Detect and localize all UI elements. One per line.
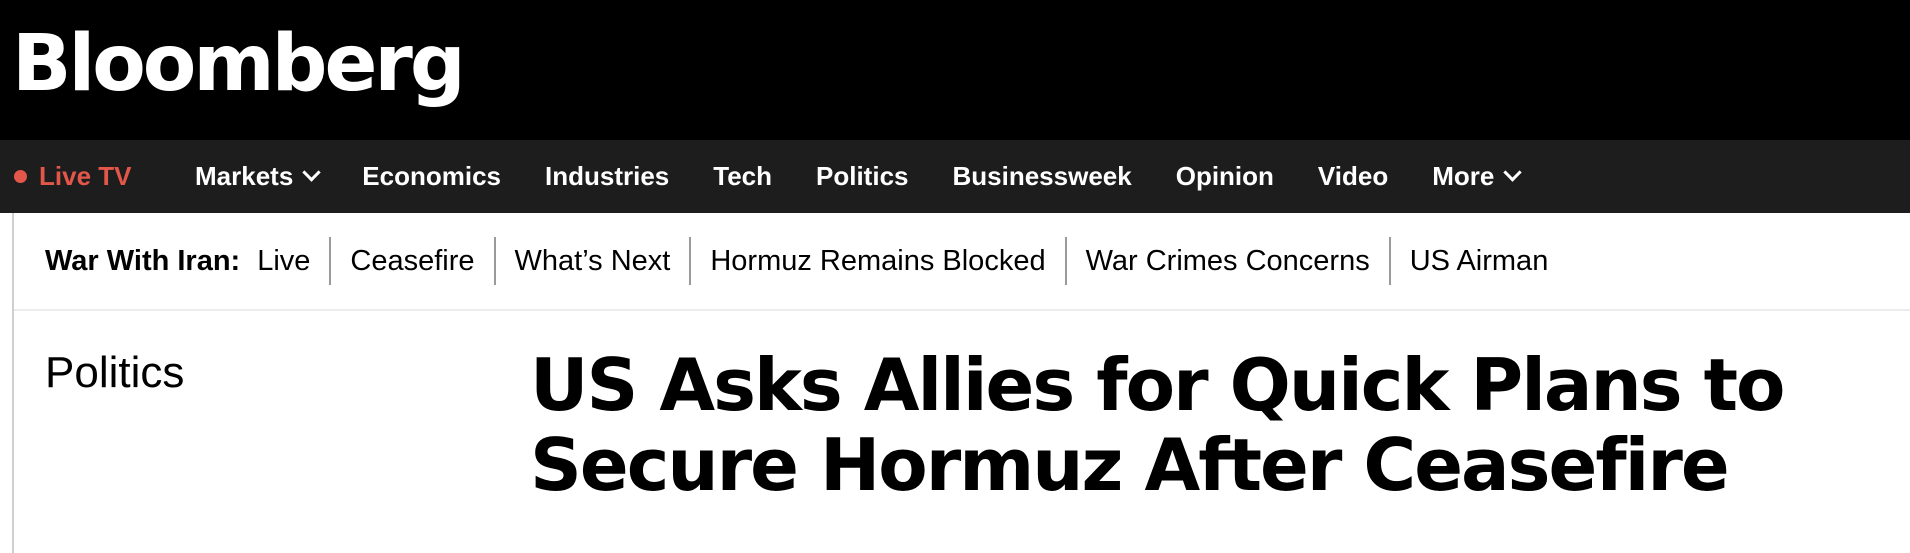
nav-item-markets[interactable]: Markets [195, 161, 321, 192]
nav-item-opinion[interactable]: Opinion [1176, 161, 1274, 192]
nav-item-label: Video [1317, 161, 1389, 191]
headline-line-1: US Asks Allies for Quick Plans to [530, 343, 1786, 427]
topic-link-live[interactable]: Live [257, 237, 329, 285]
headline-line-2: Secure Hormuz After Ceasefire [530, 423, 1730, 507]
live-tv-label: Live TV [39, 161, 132, 191]
nav-item-label: Businessweek [952, 161, 1132, 191]
nav-item-politics[interactable]: Politics [816, 161, 908, 192]
chevron-down-icon [1503, 163, 1523, 182]
topic-link-war-crimes[interactable]: War Crimes Concerns [1067, 237, 1389, 285]
article-section-label[interactable]: Politics [45, 348, 184, 398]
nav-item-label: More [1432, 161, 1495, 191]
nav-item-label: Opinion [1175, 161, 1274, 191]
nav-item-label: Tech [713, 161, 773, 191]
topic-link-us-airman[interactable]: US Airman [1391, 237, 1568, 285]
nav-item-label: Industries [545, 161, 670, 191]
main-nav: Live TV Markets Economics Industries Tec… [0, 140, 1910, 213]
nav-item-economics[interactable]: Economics [362, 161, 501, 192]
nav-item-label: Markets [195, 161, 294, 191]
nav-item-industries[interactable]: Industries [545, 161, 669, 192]
topic-link-ceasefire[interactable]: Ceasefire [331, 237, 493, 285]
topic-link-whats-next[interactable]: What’s Next [496, 237, 690, 285]
nav-item-video[interactable]: Video [1318, 161, 1388, 192]
nav-item-more[interactable]: More [1432, 161, 1523, 192]
topic-label: War With Iran: [45, 244, 241, 277]
nav-item-tech[interactable]: Tech [713, 161, 772, 192]
nav-item-label: Economics [362, 161, 501, 191]
masthead: Bloomberg [0, 0, 1910, 140]
nav-item-label: Politics [816, 161, 909, 191]
topic-bar: War With Iran: Live Ceasefire What’s Nex… [14, 213, 1910, 311]
nav-item-businessweek[interactable]: Businessweek [953, 161, 1132, 192]
topic-link-hormuz[interactable]: Hormuz Remains Blocked [691, 237, 1064, 285]
live-dot-icon [14, 170, 27, 183]
nav-items: Markets Economics Industries Tech Politi… [195, 140, 1563, 213]
article-headline: US Asks Allies for Quick Plans to Secure… [530, 345, 1900, 505]
live-tv-link[interactable]: Live TV [14, 140, 131, 213]
chevron-down-icon [302, 163, 321, 182]
bloomberg-logo[interactable]: Bloomberg [12, 18, 466, 110]
